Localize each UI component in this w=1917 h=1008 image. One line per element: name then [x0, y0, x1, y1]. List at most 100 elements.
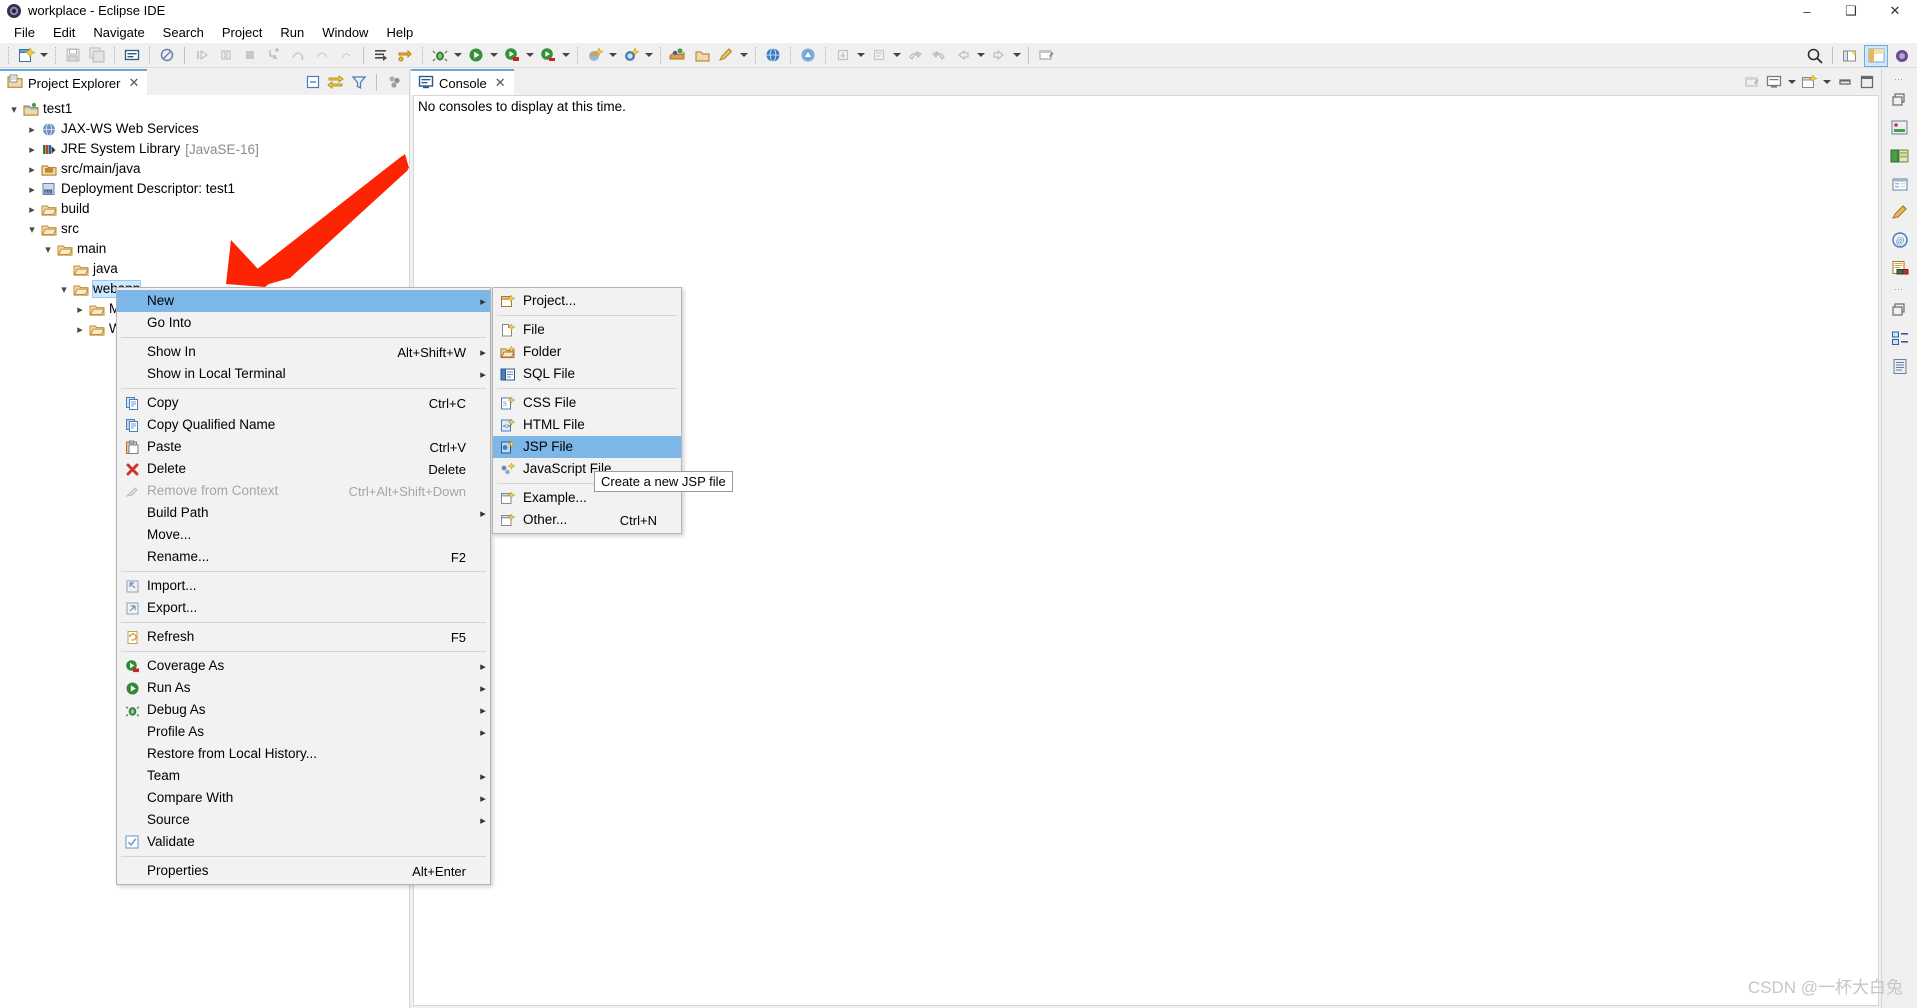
web-browser-icon[interactable] [762, 45, 784, 66]
terminate-console-icon[interactable] [1742, 72, 1763, 93]
new-file[interactable]: File [493, 319, 681, 341]
ctx-profile-as[interactable]: Profile As ▸ [117, 721, 490, 743]
collapsed-chevron-icon[interactable]: ▸ [24, 181, 40, 197]
expanded-chevron-icon[interactable]: ▾ [24, 221, 40, 237]
tree-item-src[interactable]: ▾ src [0, 219, 409, 239]
expanded-chevron-icon[interactable]: ▾ [56, 281, 72, 297]
tree-item-deployment-descriptor[interactable]: ▸ 4.0 Deployment Descriptor: test1 [0, 179, 409, 199]
new-folder[interactable]: Folder [493, 341, 681, 363]
new-console-icon[interactable] [121, 45, 143, 66]
new-class-dropdown-arrow[interactable] [643, 45, 655, 66]
console-body[interactable]: No consoles to display at this time. [413, 95, 1879, 1006]
step-return-icon[interactable] [311, 45, 333, 66]
drag-handle-dots-2[interactable]: ⋯ [1891, 285, 1909, 294]
collapsed-chevron-icon[interactable]: ▸ [24, 161, 40, 177]
last-edit-location-icon[interactable] [904, 45, 926, 66]
close-icon[interactable]: ✕ [128, 75, 139, 91]
maximize-icon[interactable] [1856, 72, 1877, 93]
ctx-refresh[interactable]: Refresh F5 [117, 626, 490, 648]
previous-annotation-dropdown-arrow[interactable] [855, 45, 867, 66]
ctx-paste[interactable]: Paste Ctrl+V [117, 436, 490, 458]
new-jsp-file[interactable]: JSP File [493, 436, 681, 458]
new-other[interactable]: Other... Ctrl+N [493, 509, 681, 531]
link-with-editor-icon[interactable] [325, 72, 346, 93]
new-class-icon[interactable] [620, 45, 642, 66]
menu-project[interactable]: Project [213, 22, 271, 43]
collapse-all-icon[interactable] [302, 72, 323, 93]
new-wizard-dropdown-arrow[interactable] [38, 45, 50, 66]
debug-dropdown-arrow[interactable] [452, 45, 464, 66]
new-wizard-icon[interactable] [15, 45, 37, 66]
pin-editor-icon[interactable] [1035, 45, 1057, 66]
context-menu[interactable]: New ▸ Go Into Show In Alt+Shift+W ▸ Show… [116, 287, 491, 885]
outline-icon[interactable] [1885, 324, 1915, 352]
collapsed-chevron-icon[interactable]: ▸ [24, 121, 40, 137]
resume-icon[interactable] [191, 45, 213, 66]
close-button[interactable]: ✕ [1873, 0, 1917, 22]
menu-edit[interactable]: Edit [44, 22, 84, 43]
task-list-icon[interactable] [1885, 352, 1915, 380]
save-icon[interactable] [62, 45, 84, 66]
edit-icon[interactable] [715, 45, 737, 66]
ctx-compare-with[interactable]: Compare With ▸ [117, 787, 490, 809]
ctx-copy-qualified-name[interactable]: Copy Qualified Name [117, 414, 490, 436]
forward-edit-icon[interactable] [928, 45, 950, 66]
internet-icon[interactable]: @ [1885, 226, 1915, 254]
open-perspective-icon[interactable] [1838, 45, 1862, 67]
coverage-dropdown-arrow[interactable] [524, 45, 536, 66]
restore-2-icon[interactable] [1885, 296, 1915, 324]
display-selected-console-arrow[interactable] [1786, 72, 1798, 93]
run-dropdown-arrow[interactable] [488, 45, 500, 66]
tree-item-test1[interactable]: ▾ test1 [0, 99, 409, 119]
edit-dropdown-arrow[interactable] [738, 45, 750, 66]
new-css-file[interactable]: S CSS File [493, 392, 681, 414]
checkbox-checked-icon[interactable] [117, 831, 147, 853]
menu-file[interactable]: File [5, 22, 44, 43]
java-perspective-icon[interactable] [1890, 45, 1914, 67]
ctx-debug-as[interactable]: Debug As ▸ [117, 699, 490, 721]
menu-window[interactable]: Window [313, 22, 377, 43]
tree-item-src-main-java[interactable]: ▸ src/main/java [0, 159, 409, 179]
open-console-icon[interactable] [1799, 72, 1820, 93]
terminate-icon[interactable] [239, 45, 261, 66]
save-all-icon[interactable] [86, 45, 108, 66]
open-console-arrow[interactable] [1821, 72, 1833, 93]
restore-icon[interactable] [1885, 86, 1915, 114]
minimize-button[interactable]: – [1785, 0, 1829, 22]
new-package-icon[interactable] [667, 45, 689, 66]
collapsed-chevron-icon[interactable]: ▸ [24, 201, 40, 217]
ctx-go-into[interactable]: Go Into [117, 312, 490, 334]
markers-icon[interactable] [1885, 254, 1915, 282]
ctx-export[interactable]: Export... [117, 597, 490, 619]
ctx-run-as[interactable]: Run As ▸ [117, 677, 490, 699]
menu-search[interactable]: Search [154, 22, 213, 43]
tree-item-jre-system-library[interactable]: ▸ JRE System Library [JavaSE-16] [0, 139, 409, 159]
view-menu-icon[interactable] [384, 72, 405, 93]
java-ee-perspective-icon[interactable] [1864, 44, 1888, 67]
collapsed-chevron-icon[interactable]: ▸ [24, 141, 40, 157]
run-as-icon[interactable] [537, 45, 559, 66]
snippets-icon[interactable] [1885, 198, 1915, 226]
ctx-move[interactable]: Move... [117, 524, 490, 546]
tree-item-main[interactable]: ▾ main [0, 239, 409, 259]
toggle-breakpoint-icon[interactable] [394, 45, 416, 66]
tree-item-jaxws[interactable]: ▸ JAX-WS Web Services [0, 119, 409, 139]
collapsed-chevron-icon[interactable]: ▸ [72, 301, 88, 317]
ctx-new[interactable]: New ▸ [117, 290, 490, 312]
step-into-icon[interactable] [263, 45, 285, 66]
menu-help[interactable]: Help [377, 22, 422, 43]
display-selected-console-icon[interactable] [1764, 72, 1785, 93]
ctx-rename[interactable]: Rename... F2 [117, 546, 490, 568]
new-sql-file[interactable]: SQL File [493, 363, 681, 385]
tree-item-java[interactable]: java [0, 259, 409, 279]
drop-to-frame-icon[interactable] [335, 45, 357, 66]
ctx-team[interactable]: Team ▸ [117, 765, 490, 787]
ctx-source[interactable]: Source ▸ [117, 809, 490, 831]
ctx-show-in[interactable]: Show In Alt+Shift+W ▸ [117, 341, 490, 363]
back-dropdown-arrow[interactable] [975, 45, 987, 66]
tree-item-build[interactable]: ▸ build [0, 199, 409, 219]
ctx-validate[interactable]: Validate [117, 831, 490, 853]
minimize-icon[interactable] [1834, 72, 1855, 93]
collapsed-chevron-icon[interactable]: ▸ [72, 321, 88, 337]
data-source-explorer-icon[interactable] [1885, 142, 1915, 170]
